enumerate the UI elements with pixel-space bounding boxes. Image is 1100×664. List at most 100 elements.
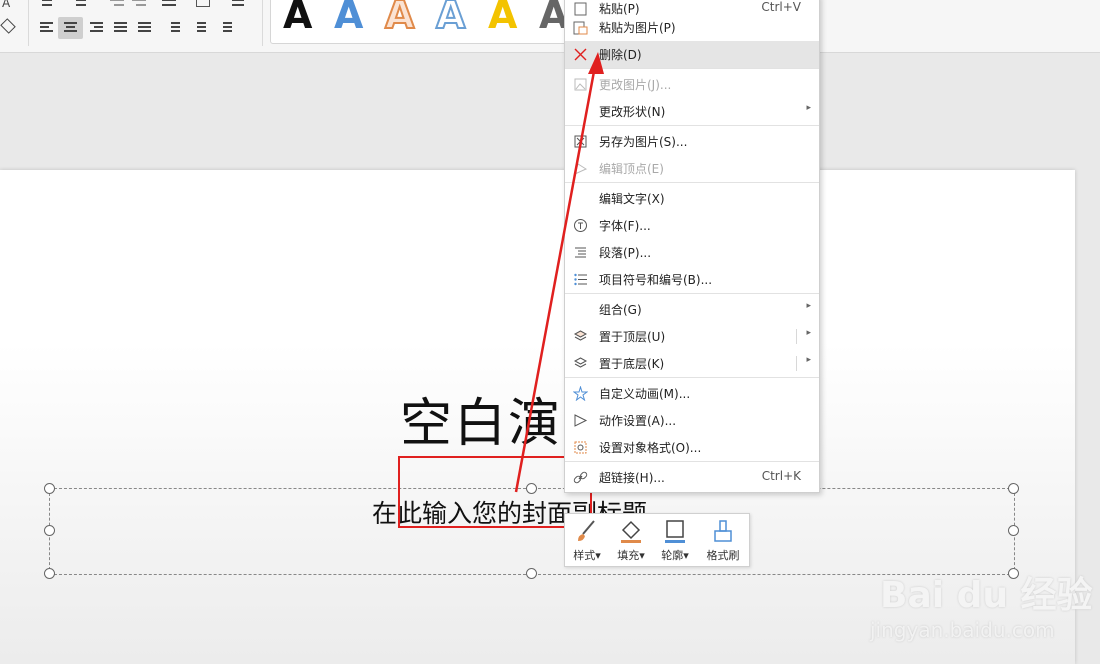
menu-item-group[interactable]: 组合(G) ▸ — [565, 296, 819, 323]
increase-indent-icon[interactable] — [132, 0, 146, 9]
wordart-gallery[interactable]: A A A A A A — [270, 0, 572, 44]
text-a-icon[interactable]: A — [2, 0, 10, 10]
menu-item-label: 项目符号和编号(B)... — [599, 273, 713, 287]
wordart-style-yellow[interactable]: A — [488, 0, 517, 37]
wordart-style-orange-outline[interactable]: A — [384, 0, 415, 38]
ribbon-toolbar: A A A A A A A — [0, 0, 1100, 53]
wordart-style-blue-outline[interactable]: A — [435, 0, 466, 38]
baidu-jingyan-watermark: Bai du 经验 jingyan.baidu.com — [840, 548, 1093, 658]
menu-item-delete[interactable]: 删除(D) — [565, 41, 819, 68]
menu-item-custom-animation[interactable]: 自定义动画(M)... — [565, 380, 819, 407]
menu-item-label: 更改图片(J)... — [599, 78, 672, 92]
outline-button[interactable]: 轮廓▾ — [653, 514, 697, 566]
menu-item-font[interactable]: 字体(F)... — [565, 212, 819, 239]
bullet-list-icon[interactable] — [38, 0, 52, 9]
distribute-icon[interactable] — [138, 22, 152, 34]
menu-item-label: 组合(G) — [599, 303, 642, 317]
text-direction-icon[interactable] — [232, 0, 246, 9]
style-button-label: 样式 — [573, 549, 596, 562]
menu-item-shortcut: Ctrl+K — [761, 469, 801, 483]
change-picture-icon — [574, 78, 587, 91]
menu-separator — [565, 125, 819, 126]
submenu-divider — [796, 329, 797, 344]
line-spacing-icon[interactable] — [166, 22, 180, 34]
align-center-icon[interactable] — [64, 22, 78, 34]
submenu-arrow-icon[interactable]: ▸ — [806, 328, 811, 338]
menu-item-hyperlink[interactable]: 超链接(H)... Ctrl+K — [565, 464, 819, 491]
menu-item-format-object[interactable]: 设置对象格式(O)... — [565, 434, 819, 461]
watermark-logo: Bai du 经验 — [880, 575, 1093, 616]
submenu-arrow-icon: ▸ — [806, 103, 811, 113]
annotation-red-rectangle — [398, 456, 592, 528]
style-button[interactable]: 样式▾ — [565, 514, 609, 566]
format-painter-button[interactable]: 格式刷 — [701, 514, 745, 566]
menu-separator — [565, 293, 819, 294]
menu-item-label: 另存为图片(S)... — [599, 135, 688, 149]
menu-separator — [565, 182, 819, 183]
paragraph-spacing-icon[interactable] — [192, 22, 206, 34]
watermark-url: jingyan.baidu.com — [870, 618, 1055, 642]
outline-button-label: 轮廓 — [661, 549, 684, 562]
ribbon-separator — [262, 0, 263, 46]
floating-format-toolbar: 样式▾ 填充▾ 轮廓▾ 格式刷 — [564, 513, 750, 567]
menu-item-change-picture[interactable]: 更改图片(J)... — [565, 71, 819, 98]
delete-x-icon — [574, 48, 587, 61]
submenu-divider — [796, 356, 797, 371]
fill-button-label: 填充 — [617, 549, 640, 562]
menu-item-label: 置于底层(K) — [599, 357, 665, 371]
save-as-picture-icon — [574, 135, 587, 148]
submenu-arrow-icon[interactable]: ▸ — [806, 355, 811, 365]
resize-handle-bottom-mid[interactable] — [526, 568, 537, 579]
menu-item-label: 动作设置(A)... — [599, 414, 677, 428]
numbered-list-icon[interactable] — [72, 0, 86, 9]
menu-item-label: 自定义动画(M)... — [599, 387, 691, 401]
eraser-icon[interactable] — [0, 18, 16, 34]
paragraph-icon — [575, 247, 586, 258]
menu-item-action-settings[interactable]: 动作设置(A)... — [565, 407, 819, 434]
wordart-style-black[interactable]: A — [283, 0, 312, 37]
wordart-style-blue[interactable]: A — [334, 0, 363, 37]
fill-button[interactable]: 填充▾ — [609, 514, 653, 566]
outline-icon — [665, 520, 685, 543]
menu-separator — [565, 461, 819, 462]
menu-item-label: 删除(D) — [599, 48, 642, 62]
para-settings-icon[interactable] — [218, 22, 232, 34]
menu-item-send-to-back[interactable]: 置于底层(K) ▸ — [565, 350, 819, 377]
menu-item-edit-points[interactable]: 编辑顶点(E) — [565, 155, 819, 182]
resize-handle-bottom-left[interactable] — [44, 568, 55, 579]
menu-item-save-as-picture[interactable]: 另存为图片(S)... — [565, 128, 819, 155]
menu-separator — [565, 377, 819, 378]
context-menu: 粘贴(P) Ctrl+V 粘贴为图片(P) 删除(D) 更改图片(J)... 更… — [564, 0, 820, 493]
bring-to-front-icon — [573, 330, 588, 341]
slide-title[interactable]: 空白演 — [400, 398, 562, 450]
menu-item-bullets-numbering[interactable]: 项目符号和编号(B)... — [565, 266, 819, 293]
justify-icon[interactable] — [114, 22, 128, 34]
ribbon-separator — [28, 0, 29, 46]
format-painter-label: 格式刷 — [706, 549, 740, 562]
resize-handle-mid-left[interactable] — [44, 525, 55, 536]
resize-handle-top-right[interactable] — [1008, 483, 1019, 494]
resize-handle-top-left[interactable] — [44, 483, 55, 494]
bullets-icon — [574, 273, 587, 286]
fill-bucket-icon — [621, 520, 641, 543]
format-object-icon — [574, 441, 587, 454]
menu-item-paragraph[interactable]: 段落(P)... — [565, 239, 819, 266]
menu-item-edit-text[interactable]: 编辑文字(X) — [565, 185, 819, 212]
menu-item-bring-to-front[interactable]: 置于顶层(U) ▸ — [565, 323, 819, 350]
hyperlink-icon — [573, 471, 588, 484]
menu-item-label: 粘贴为图片(P) — [599, 21, 676, 35]
align-left-icon[interactable] — [40, 22, 54, 34]
menu-item-label: 设置对象格式(O)... — [599, 441, 702, 455]
edit-points-icon — [574, 163, 588, 175]
menu-item-label: 置于顶层(U) — [599, 330, 666, 344]
paste-as-picture-icon — [573, 21, 588, 35]
align-right-icon[interactable] — [90, 22, 104, 34]
decrease-indent-icon[interactable] — [110, 0, 124, 9]
menu-item-paste-as-picture[interactable]: 粘贴为图片(P) — [565, 14, 819, 41]
resize-handle-mid-right[interactable] — [1008, 525, 1019, 536]
text-box-icon[interactable] — [196, 0, 210, 7]
font-icon — [574, 219, 587, 232]
send-to-back-icon — [573, 357, 588, 368]
columns-icon[interactable] — [162, 0, 176, 9]
menu-item-change-shape[interactable]: 更改形状(N) ▸ — [565, 98, 819, 125]
